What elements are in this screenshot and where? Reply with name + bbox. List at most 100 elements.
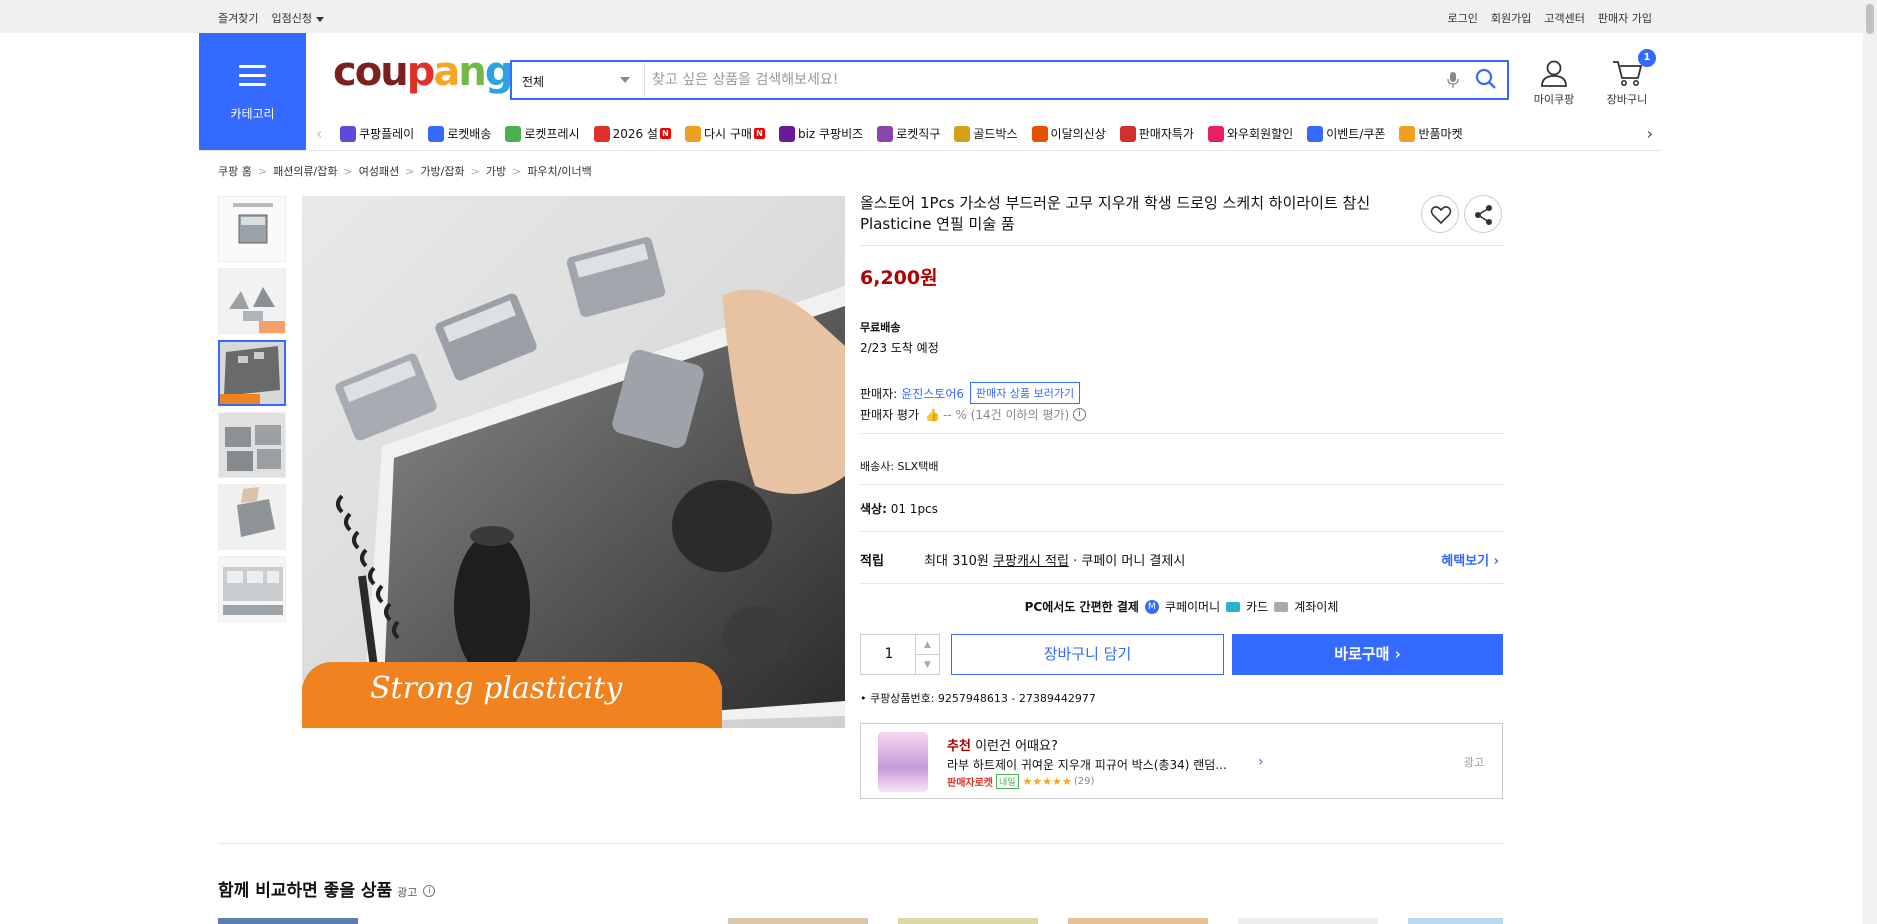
seller-signup-link[interactable]: 판매자 가입 <box>1598 10 1652 26</box>
divider <box>860 583 1503 584</box>
menu-items: 쿠팡플레이 로켓배송 로켓프레시 2026 설 N 다시 구매 N biz 쿠팡비즈 로켓직구 골… <box>340 125 1477 142</box>
hamburger-icon <box>239 65 266 87</box>
compare-item-image[interactable] <box>1408 918 1503 924</box>
menu-item-5[interactable]: biz 쿠팡비즈 <box>778 125 863 142</box>
divider <box>860 531 1503 532</box>
ad-label: 광고 <box>1463 756 1484 769</box>
search-icon[interactable] <box>1475 68 1497 93</box>
benefit-link[interactable]: 혜택보기 › <box>1441 550 1499 569</box>
thumbnail-1[interactable] <box>218 196 286 262</box>
seller-row: 판매자: 윤진스토어6 판매자 상품 보러가기 <box>860 382 1081 404</box>
compare-item-image[interactable] <box>1238 918 1378 924</box>
pc-payment-row: PC에서도 간편한 결제 M 쿠페이머니 카드 계좌이체 <box>860 598 1503 615</box>
recommendation-box[interactable]: 추천 이런건 어때요? 라부 하트제이 귀여운 지우개 피규어 박스(총34) … <box>860 723 1503 799</box>
color-label: 색상: <box>860 502 887 516</box>
image-caption: Strong plasticity <box>370 671 623 706</box>
menu-item-12[interactable]: 반품마켓 <box>1399 125 1463 142</box>
divider <box>860 433 1503 434</box>
seller-name-link[interactable]: 윤진스토어6 <box>901 385 964 402</box>
search-input[interactable] <box>652 68 1432 92</box>
menu-item-3[interactable]: 2026 설N <box>593 125 671 142</box>
thumbnail-3-selected[interactable] <box>218 340 286 406</box>
gift-icon <box>593 125 610 142</box>
main-product-image[interactable]: Strong plasticity <box>302 196 845 728</box>
recommendation-title: 추천 이런건 어때요? <box>947 739 1058 754</box>
bookmark-link[interactable]: 즐겨찾기 <box>218 10 258 26</box>
seller-rating-row: 판매자 평가 👍 -- % (14건 이하의 평가) i <box>860 406 1087 423</box>
seller-products-button[interactable]: 판매자 상품 보러가기 <box>970 382 1081 404</box>
compare-item-image[interactable] <box>218 918 358 924</box>
menu-item-label: 로켓프레시 <box>524 127 580 141</box>
menu-item-11[interactable]: 이벤트/쿠폰 <box>1307 125 1385 142</box>
menu-item-label: 로켓배송 <box>447 127 492 141</box>
thumbnail-6[interactable] <box>218 556 286 622</box>
thumbnail-4[interactable] <box>218 412 286 478</box>
seller-rating-label: 판매자 평가 <box>860 408 920 422</box>
coupang-logo[interactable]: coupang <box>333 52 513 92</box>
scrollbar-thumb[interactable] <box>1866 4 1874 34</box>
cart-count-badge: 1 <box>1638 49 1656 67</box>
wishlist-button[interactable] <box>1421 195 1459 233</box>
search-scope-select[interactable]: 전체 <box>512 62 645 98</box>
breadcrumb-item[interactable]: 패션의류/잡화 <box>273 163 337 179</box>
cart-button[interactable]: 1 장바구니 <box>1598 49 1656 107</box>
caret-down-icon <box>315 16 324 22</box>
menu-item-4[interactable]: 다시 구매 N <box>684 125 765 142</box>
mypage-label: 마이쿠팡 <box>1533 93 1575 106</box>
play-icon <box>340 125 356 142</box>
category-button[interactable]: 카테고리 <box>199 33 306 150</box>
product-price: 6,200원 <box>860 267 938 289</box>
customer-center-link[interactable]: 고객센터 <box>1544 10 1584 26</box>
quantity-down-icon[interactable]: ▼ <box>915 655 939 675</box>
thumbnail-5[interactable] <box>218 484 286 550</box>
menu-item-1[interactable]: 로켓배송 <box>428 125 491 142</box>
menu-item-0[interactable]: 쿠팡플레이 <box>340 125 414 142</box>
courier: 배송사: SLX택배 <box>860 460 939 473</box>
wow-icon <box>1207 125 1224 142</box>
menu-item-6[interactable]: 로켓직구 <box>877 125 940 142</box>
utility-bar: 즐겨찾기 입점신청 로그인 회원가입 고객센터 판매자 가입 <box>0 0 1877 33</box>
menu-item-7[interactable]: 골드박스 <box>954 125 1018 142</box>
compare-item-image[interactable] <box>1068 918 1208 924</box>
menu-item-2[interactable]: 로켓프레시 <box>505 125 580 142</box>
compare-item-image[interactable] <box>728 918 868 924</box>
menu-row: ‹ 쿠팡플레이 로켓배송 로켓프레시 2026 설 N 다시 구매 N biz 쿠팡비즈 로켓직… <box>316 120 1653 146</box>
pc-payment-label: PC에서도 간편한 결제 <box>1024 600 1139 614</box>
quantity-up-icon[interactable]: ▲ <box>915 635 939 655</box>
compare-item-image[interactable] <box>898 918 1038 924</box>
mypage-button[interactable]: 마이쿠팡 <box>1528 58 1580 107</box>
breadcrumb-separator-icon: > <box>470 164 480 178</box>
login-link[interactable]: 로그인 <box>1448 10 1478 26</box>
menu-item-8[interactable]: 이달의신상 <box>1031 125 1106 142</box>
category-label: 카테고리 <box>230 107 275 121</box>
buy-now-button[interactable]: 바로구매 › <box>1232 634 1503 675</box>
mic-icon[interactable] <box>1447 71 1459 92</box>
coupang-cash-link[interactable]: 쿠팡캐시 적립 <box>993 554 1069 569</box>
menu-item-9[interactable]: 판매자특가 <box>1119 125 1194 142</box>
info-icon[interactable]: i <box>1073 408 1087 421</box>
menu-item-10[interactable]: 와우회원할인 <box>1207 125 1293 142</box>
recommendation-item[interactable]: 라부 하트제이 귀여운 지우개 피규어 박스(총34) 랜덤... <box>947 756 1257 773</box>
menu-item-label: 로켓직구 <box>896 127 941 141</box>
breadcrumb-item[interactable]: 쿠팡 홈 <box>218 163 252 179</box>
thumbnail-2[interactable] <box>218 268 286 334</box>
coupon-icon <box>1307 125 1324 142</box>
menu-item-label: 이벤트/쿠폰 <box>1326 127 1386 141</box>
signup-link[interactable]: 회원가입 <box>1491 10 1531 26</box>
menu-item-label: 이달의신상 <box>1050 127 1106 141</box>
scrollbar[interactable] <box>1863 0 1877 924</box>
info-icon[interactable]: i <box>423 885 436 897</box>
menu-next-icon[interactable]: › <box>1647 124 1653 143</box>
color-value: 01 1pcs <box>890 502 938 516</box>
add-to-cart-button[interactable]: 장바구니 담기 <box>951 634 1224 675</box>
breadcrumb-item[interactable]: 여성패션 <box>359 163 399 179</box>
product-title: 올스토어 1Pcs 가소성 부드러운 고무 지우개 학생 드로잉 스케치 하이라… <box>860 194 1371 233</box>
breadcrumb-item[interactable]: 가방 <box>486 163 506 179</box>
breadcrumb-item[interactable]: 파우치/이너백 <box>527 163 591 179</box>
quantity-value[interactable]: 1 <box>861 646 917 662</box>
chevron-right-icon[interactable]: › <box>1258 754 1264 770</box>
breadcrumb-item[interactable]: 가방/잡화 <box>420 163 464 179</box>
seller-apply-link[interactable]: 입점신청 <box>271 10 324 26</box>
share-button[interactable] <box>1464 195 1502 233</box>
menu-prev-icon[interactable]: ‹ <box>316 124 322 143</box>
